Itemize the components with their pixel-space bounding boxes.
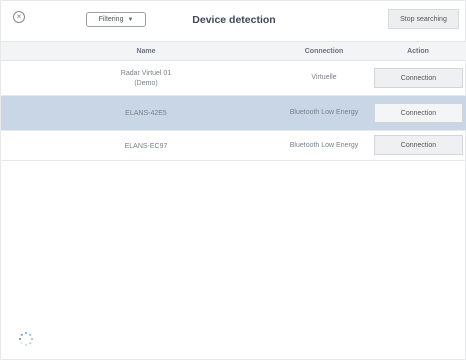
device-name: Radar Virtuel 01: [120, 70, 172, 77]
column-header-connection: Connection: [304, 48, 344, 55]
device-name: ELANS-EC97: [124, 143, 168, 150]
column-header-action: Action: [407, 48, 429, 55]
table-row[interactable]: Radar Virtuel 01 (Demo) Virtuelle Connec…: [1, 61, 466, 96]
table-row-selected[interactable]: ELANS-42E5 Bluetooth Low Energy Connecti…: [1, 96, 466, 131]
table-header: Name Connection Action: [1, 41, 466, 61]
connection-button[interactable]: Connection: [374, 103, 463, 123]
connection-button[interactable]: Connection: [374, 68, 463, 88]
connection-type: Bluetooth Low Energy: [289, 142, 359, 149]
connection-type: Virtuelle: [311, 74, 337, 81]
loading-spinner-icon: [18, 331, 34, 347]
device-name-subtitle: (Demo): [134, 80, 158, 87]
connection-button[interactable]: Connection: [374, 135, 463, 155]
device-detection-window: × Filtering ▼ Device detection Stop sear…: [0, 0, 466, 360]
device-name-cell: Radar Virtuel 01 (Demo): [1, 69, 291, 89]
table-row[interactable]: ELANS-EC97 Bluetooth Low Energy Connecti…: [1, 131, 466, 161]
column-header-name: Name: [136, 48, 156, 55]
stop-searching-button[interactable]: Stop searching: [388, 9, 459, 29]
device-name: ELANS-42E5: [125, 110, 167, 117]
connection-type: Bluetooth Low Energy: [289, 109, 359, 116]
